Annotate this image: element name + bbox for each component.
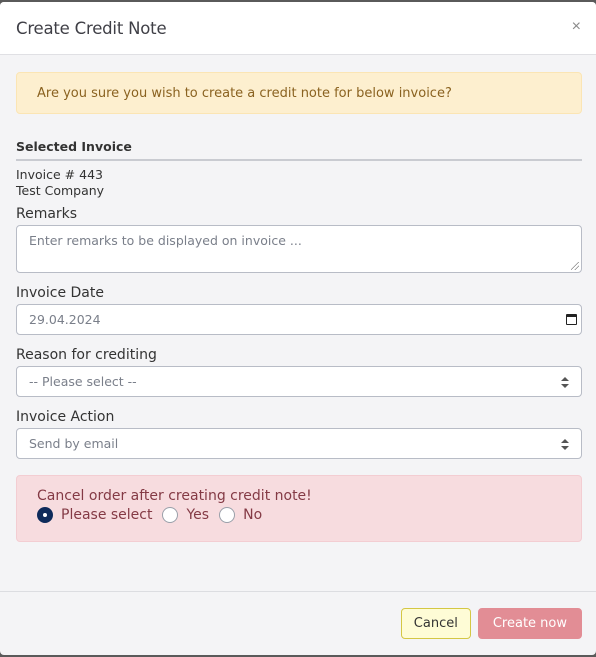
remarks-group: Remarks Enter remarks to be displayed on… <box>16 206 582 273</box>
invoice-date-value: 29.04.2024 <box>29 312 101 327</box>
radio-label: No <box>243 507 263 523</box>
cancel-order-text: Cancel order after creating credit note! <box>37 488 312 504</box>
calendar-icon[interactable] <box>566 314 577 325</box>
create-credit-note-modal: Create Credit Note × Are you sure you wi… <box>0 2 596 655</box>
modal-body: Are you sure you wish to create a credit… <box>0 55 596 542</box>
reason-group: Reason for crediting -- Please select -- <box>16 347 582 397</box>
radio-button-yes[interactable] <box>162 507 179 523</box>
modal-footer: Cancel Create now <box>0 591 596 655</box>
invoice-action-label: Invoice Action <box>16 409 115 425</box>
reason-selected-value: -- Please select -- <box>29 374 137 389</box>
radio-button-please-select[interactable] <box>37 507 53 523</box>
remarks-textarea[interactable]: Enter remarks to be displayed on invoice… <box>16 225 582 273</box>
select-arrows-icon <box>561 377 569 388</box>
select-arrows-icon <box>561 439 569 450</box>
invoice-date-label: Invoice Date <box>16 285 104 301</box>
radio-label: Please select <box>61 507 153 523</box>
modal-title: Create Credit Note <box>16 18 167 38</box>
radio-option-please-select[interactable]: Please select <box>37 507 152 523</box>
reason-select[interactable]: -- Please select -- <box>16 366 582 397</box>
modal-header: Create Credit Note × <box>0 2 596 55</box>
invoice-number: Invoice # 443 <box>16 167 103 182</box>
radio-option-no[interactable]: No <box>219 507 262 523</box>
invoice-action-group: Invoice Action Send by email <box>16 409 582 459</box>
resize-handle-icon[interactable] <box>571 262 579 270</box>
create-now-button[interactable]: Create now <box>477 608 582 639</box>
close-button[interactable]: × <box>568 17 581 39</box>
invoice-action-selected-value: Send by email <box>29 436 119 451</box>
confirmation-text: Are you sure you wish to create a credit… <box>37 85 452 101</box>
remarks-label: Remarks <box>16 206 78 222</box>
radio-option-yes[interactable]: Yes <box>162 507 209 523</box>
invoice-info: Invoice # 443 Test Company <box>16 167 582 199</box>
close-icon: × <box>571 18 581 35</box>
reason-label: Reason for crediting <box>16 347 157 363</box>
cancel-order-alert: Cancel order after creating credit note!… <box>16 475 582 542</box>
cancel-order-radio-group: Please select Yes No <box>37 507 561 523</box>
invoice-action-select[interactable]: Send by email <box>16 428 582 459</box>
invoice-date-input[interactable]: 29.04.2024 <box>16 304 582 335</box>
confirmation-alert: Are you sure you wish to create a credit… <box>16 72 582 114</box>
radio-label: Yes <box>186 507 210 523</box>
selected-invoice-heading: Selected Invoice <box>16 139 582 161</box>
company-name: Test Company <box>16 183 105 198</box>
remarks-placeholder: Enter remarks to be displayed on invoice… <box>29 233 302 248</box>
cancel-button[interactable]: Cancel <box>400 608 471 639</box>
invoice-date-group: Invoice Date 29.04.2024 <box>16 285 582 335</box>
radio-button-no[interactable] <box>219 507 236 523</box>
